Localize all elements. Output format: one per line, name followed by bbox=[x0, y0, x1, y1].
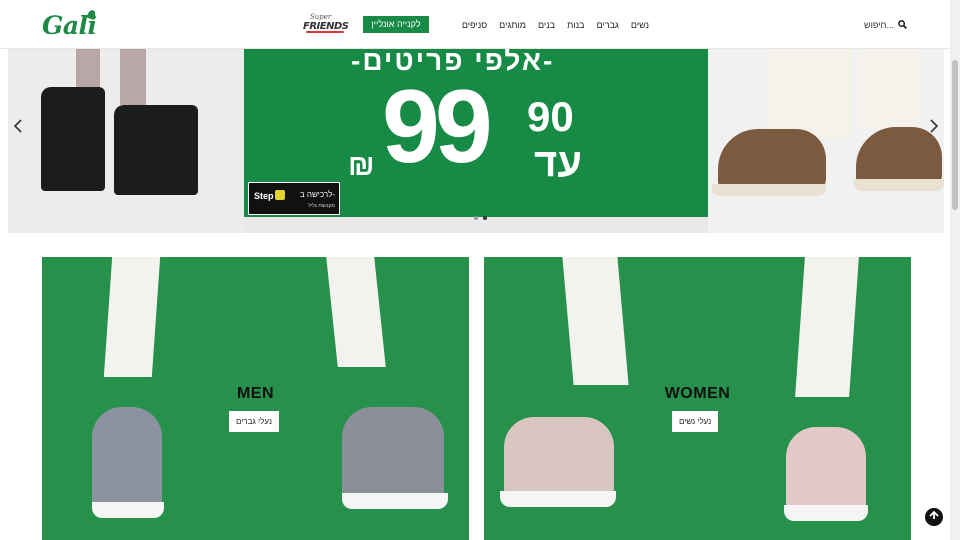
nav-item-boys[interactable]: בנים bbox=[538, 20, 555, 30]
gray-sneaker bbox=[92, 407, 162, 517]
scroll-thumb[interactable] bbox=[952, 60, 958, 210]
step-in-logo: Step bbox=[254, 190, 285, 201]
step-in-logo-text: Step bbox=[254, 191, 274, 201]
step-in-badge: Step לרכישה ב- מקבוצת גליל bbox=[248, 182, 340, 215]
search-field[interactable]: חיפוש... bbox=[864, 17, 914, 32]
women-shoes-button[interactable]: נעלי נשים bbox=[672, 411, 719, 432]
friends-logo-small: Super bbox=[310, 13, 332, 21]
shoe-sole bbox=[854, 179, 944, 191]
main-nav: נשים גברים בנות בנים מותגים סניפים bbox=[438, 0, 653, 49]
site-header: Gali Super FRIENDS לקנייה אונליין נשים ג… bbox=[0, 0, 950, 49]
slider-dot[interactable] bbox=[474, 216, 478, 220]
nav-item-men[interactable]: גברים bbox=[597, 20, 619, 30]
pink-sneaker bbox=[786, 427, 866, 517]
category-tile-men[interactable]: MEN נעלי גברים bbox=[42, 257, 469, 540]
sneaker-sole bbox=[92, 502, 164, 518]
page: Gali Super FRIENDS לקנייה אונליין נשים ג… bbox=[0, 0, 960, 540]
pant-leg bbox=[768, 49, 853, 139]
jean-leg bbox=[103, 257, 161, 377]
brown-shoe bbox=[718, 129, 826, 191]
sneaker-sole bbox=[342, 493, 448, 509]
nav-item-branches[interactable]: סניפים bbox=[462, 20, 487, 30]
sneaker-sole bbox=[784, 505, 868, 521]
tile-title-women: WOMEN bbox=[664, 385, 731, 402]
chevron-left-icon[interactable] bbox=[10, 119, 26, 138]
men-shoes-button[interactable]: נעלי גברים bbox=[229, 411, 279, 432]
gray-sneaker bbox=[342, 407, 444, 507]
tile-title-men: MEN bbox=[236, 385, 275, 402]
shop-online-button[interactable]: לקנייה אונליין bbox=[363, 16, 429, 33]
hero-photo-boots bbox=[8, 49, 244, 233]
badge-text: לרכישה ב- bbox=[299, 190, 335, 199]
jean-leg bbox=[326, 257, 386, 367]
nav-item-girls[interactable]: בנות bbox=[567, 20, 584, 30]
leg bbox=[120, 49, 146, 105]
black-boot bbox=[114, 105, 198, 195]
arrow-up-icon[interactable] bbox=[925, 508, 943, 526]
friends-logo-underline bbox=[306, 31, 344, 33]
page-scrollbar[interactable] bbox=[950, 0, 960, 540]
slider-dot-active[interactable] bbox=[483, 216, 487, 220]
jean-leg bbox=[795, 257, 859, 397]
hero-banner[interactable]: -אלפי פריטים- 99 90 עד ₪ Step לרכישה ב- … bbox=[8, 49, 944, 233]
shoe-sole bbox=[712, 184, 826, 196]
nav-item-women[interactable]: נשים bbox=[631, 20, 649, 30]
jean-leg bbox=[562, 257, 629, 385]
search-placeholder: חיפוש... bbox=[864, 19, 894, 30]
promo-price-cents: 90 bbox=[527, 93, 574, 140]
hero-photo-brown-shoes bbox=[708, 49, 944, 233]
search-icon[interactable] bbox=[898, 20, 907, 29]
pant-leg bbox=[858, 49, 920, 129]
promo-price: 99 bbox=[382, 69, 493, 185]
promo-currency: ₪ bbox=[348, 149, 375, 182]
slider-dots bbox=[474, 216, 487, 220]
leg bbox=[76, 49, 100, 91]
category-tile-women[interactable]: WOMEN נעלי נשים bbox=[484, 257, 911, 540]
nav-item-brands[interactable]: מותגים bbox=[499, 20, 526, 30]
badge-subtext: מקבוצת גליל bbox=[308, 203, 335, 209]
black-boot bbox=[41, 87, 105, 191]
promo-price-prefix: עד bbox=[534, 141, 583, 185]
sneaker-sole bbox=[500, 491, 616, 507]
chevron-right-icon[interactable] bbox=[926, 119, 942, 138]
super-friends-logo[interactable]: Super FRIENDS bbox=[303, 13, 349, 34]
